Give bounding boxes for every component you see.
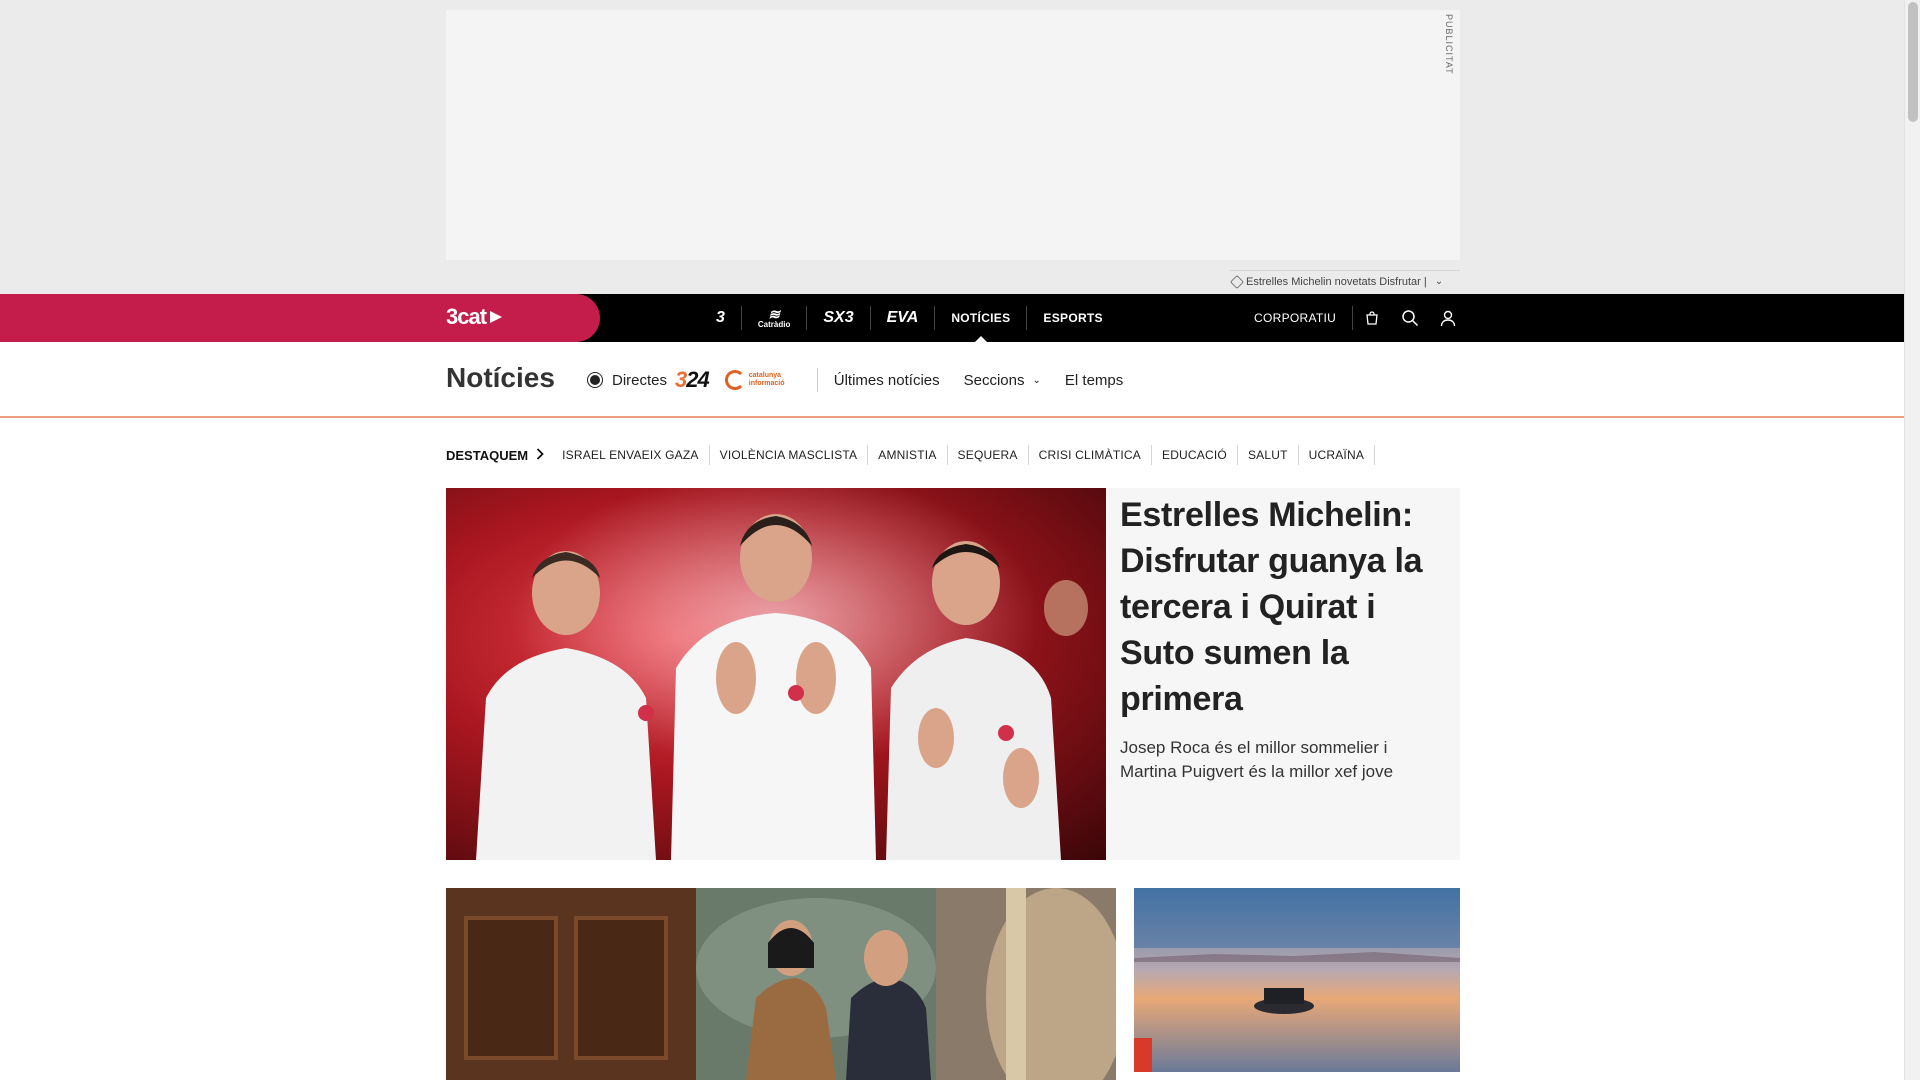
brand-arrow-icon [490,311,503,323]
global-nav: 3cat 3 ≋ Catràdio SX3 EVA NOTÍCIES ESPOR… [0,294,1904,342]
directes-label: Directes [612,371,668,389]
tag-item[interactable]: SEQUERA [948,445,1029,465]
chevron-right-icon [536,447,544,463]
logo-catalunya-informacio[interactable]: catalunya informació [724,370,797,390]
ci-circle-icon [724,370,745,390]
section-nav: Directes 3 24 catalunya informació Últime… [590,342,1147,418]
hero-text[interactable]: Estrelles Michelin: Disfrutar guanya la … [1106,488,1460,860]
link-ultimes-noticies[interactable]: Últimes notícies [834,372,940,389]
channel-3[interactable]: 3 [700,306,742,330]
shop-bag-icon[interactable] [1353,294,1391,342]
nav-esports[interactable]: ESPORTS [1027,306,1118,330]
chevron-down-icon: ⌄ [1434,276,1444,287]
logo-324-digit: 3 [675,367,687,392]
nav-noticies[interactable]: NOTÍCIES [935,306,1028,342]
nav-corporatiu[interactable]: CORPORATIU [1238,306,1354,330]
channel-catradio[interactable]: ≋ Catràdio [742,305,808,330]
tag-bar: DESTAQUEM ISRAEL ENVAEIX GAZA VIOLÈNCIA … [446,444,1376,466]
ad-banner[interactable] [446,10,1460,260]
tag-item[interactable]: VIOLÈNCIA MASCLISTA [710,445,869,465]
logo-324[interactable]: 3 24 [675,367,710,393]
ad-label: PUBLICITAT [1444,14,1454,75]
live-icon [590,375,600,385]
tag-lead-label: DESTAQUEM [446,447,529,463]
user-icon[interactable] [1429,294,1467,342]
tag-item[interactable]: ISRAEL ENVAEIX GAZA [552,445,710,465]
page-title: Notícies [446,362,555,393]
tag-item[interactable]: EDUCACIÓ [1152,445,1238,465]
story-image-parliament[interactable] [446,888,1116,1080]
catradio-logo-icon: ≋ [768,305,780,322]
tag-item[interactable]: AMNISTIA [868,445,948,465]
ci-text: catalunya informació [748,372,785,387]
tag-item[interactable]: UCRAÏNA [1299,445,1376,465]
hero-headline[interactable]: Estrelles Michelin: Disfrutar guanya la … [1120,492,1446,722]
tag-item[interactable]: CRISI CLIMÀTICA [1029,445,1152,465]
nav-right: CORPORATIU [1238,294,1467,342]
tag-lead[interactable]: DESTAQUEM [446,448,544,463]
logo-324-text: 24 [686,367,710,392]
hero-story[interactable]: Estrelles Michelin: Disfrutar guanya la … [446,488,1460,860]
hero-image[interactable] [446,488,1106,860]
brand-logo[interactable]: 3cat [446,304,503,330]
channel-eva[interactable]: EVA [871,306,936,330]
tag-item[interactable]: SALUT [1238,445,1299,465]
seccions-label: Seccions [963,371,1025,389]
chevron-down-icon: ⌄ [1032,374,1041,386]
search-icon[interactable] [1391,294,1429,342]
breaking-ticker[interactable]: Estrelles Michelin novetats Disfrutar | … [1229,270,1460,292]
link-el-temps[interactable]: El temps [1065,372,1123,389]
channel-sx3[interactable]: SX3 [807,306,871,330]
hero-subtitle: Josep Roca és el millor sommelier i Mart… [1120,738,1394,781]
channel-catradio-label: Catràdio [757,319,791,329]
brand-logo-text: 3cat [446,304,487,329]
breaking-text: Estrelles Michelin novetats Disfrutar | [1246,275,1427,288]
directes-link[interactable]: Directes [590,372,667,389]
divider [816,368,818,392]
link-seccions[interactable]: Seccions ⌄ [964,372,1041,389]
story-image-sea[interactable] [1134,888,1460,1072]
scrollbar[interactable] [1904,0,1920,1080]
tag-icon [1229,274,1245,289]
scrollbar-thumb[interactable] [1908,2,1918,122]
brand-band [0,294,600,342]
section-header: Notícies Directes 3 24 catalunya informac… [0,342,1904,418]
channel-list: 3 ≋ Catràdio SX3 EVA NOTÍCIES ESPORTS [700,294,1119,342]
ad-area: PUBLICITAT Estrelles Michelin novetats D… [0,0,1904,294]
